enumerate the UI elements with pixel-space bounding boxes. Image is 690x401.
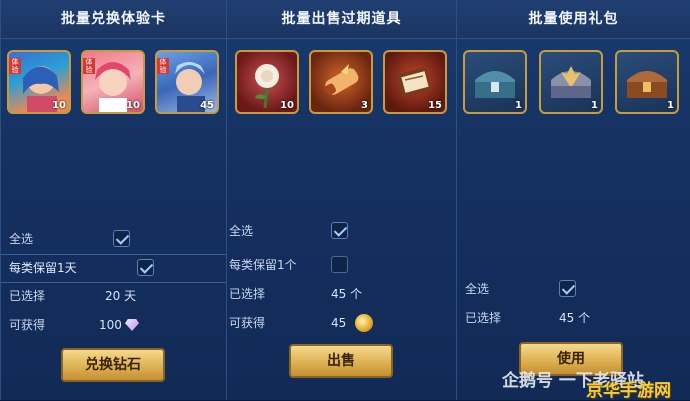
card-count: 45 xyxy=(200,100,214,111)
item-list: 10 3 15 xyxy=(227,50,456,122)
hero-card[interactable]: 体验 10 xyxy=(81,50,145,114)
card-count: 10 xyxy=(52,100,66,111)
select-all-label: 全选 xyxy=(9,232,34,246)
select-all-checkbox[interactable] xyxy=(559,280,576,297)
item-count: 3 xyxy=(361,100,368,111)
obtain-row: 可获得 45 xyxy=(227,312,456,334)
item-card[interactable]: 15 xyxy=(383,50,447,114)
select-all-row[interactable]: 全选 xyxy=(1,228,226,250)
select-all-label: 全选 xyxy=(465,282,490,296)
obtain-label: 可获得 xyxy=(9,318,46,332)
gold-coin-icon xyxy=(355,314,373,332)
giftpack-count: 1 xyxy=(515,100,522,111)
watermark-site: 京华手游网 xyxy=(586,381,671,401)
keep-row[interactable]: 每类保留1天 xyxy=(1,257,226,279)
select-all-checkbox[interactable] xyxy=(113,230,130,247)
item-count: 15 xyxy=(428,100,442,111)
panel-title: 批量出售过期道具 xyxy=(227,0,456,39)
divider xyxy=(1,254,226,255)
selected-row: 已选择 45 个 xyxy=(227,283,456,305)
hero-card[interactable]: 体验 45 xyxy=(155,50,219,114)
obtain-label: 可获得 xyxy=(229,316,266,330)
card-count: 10 xyxy=(126,100,140,111)
obtain-value: 45 xyxy=(331,316,347,330)
item-card[interactable]: 10 xyxy=(235,50,299,114)
giftpack-card[interactable]: 1 xyxy=(539,50,603,114)
card-list: 体验 10 体验 10 体验 45 xyxy=(1,50,226,122)
selected-label: 已选择 xyxy=(465,311,502,325)
select-all-checkbox[interactable] xyxy=(331,222,348,239)
keep-checkbox[interactable] xyxy=(331,256,348,273)
sell-items-panel: 批量出售过期道具 10 3 15 全选 每类保留1个 已选择 45 个 可获得 … xyxy=(226,0,456,400)
selected-label: 已选择 xyxy=(9,289,46,303)
obtain-value: 100 xyxy=(99,318,122,332)
giftpack-card[interactable]: 1 xyxy=(463,50,527,114)
sell-button[interactable]: 出售 xyxy=(289,344,393,378)
divider xyxy=(1,282,226,283)
experience-tag: 体验 xyxy=(83,58,95,74)
selected-value: 45 个 xyxy=(559,311,591,325)
obtain-row: 可获得 100 xyxy=(1,314,226,336)
keep-label: 每类保留1个 xyxy=(229,258,297,272)
use-giftpack-panel: 批量使用礼包 1 1 1 全选 已选择 45 个 使用 xyxy=(456,0,690,400)
experience-tag: 体验 xyxy=(157,58,169,74)
item-card[interactable]: 3 xyxy=(309,50,373,114)
selected-value: 20 天 xyxy=(105,289,137,303)
giftpack-count: 1 xyxy=(591,100,598,111)
exchange-diamond-button[interactable]: 兑换钻石 xyxy=(61,348,165,382)
giftpack-card[interactable]: 1 xyxy=(615,50,679,114)
giftpack-count: 1 xyxy=(667,100,674,111)
experience-tag: 体验 xyxy=(9,58,21,74)
keep-label: 每类保留1天 xyxy=(9,261,77,275)
select-all-label: 全选 xyxy=(229,224,254,238)
selected-row: 已选择 45 个 xyxy=(457,307,690,329)
exchange-card-panel: 批量兑换体验卡 体验 10 体验 10 体验 45 全选 每类保留1天 已选择 … xyxy=(0,0,226,400)
item-count: 10 xyxy=(280,100,294,111)
diamond-icon xyxy=(125,319,139,331)
selected-label: 已选择 xyxy=(229,287,266,301)
keep-row[interactable]: 每类保留1个 xyxy=(227,254,456,276)
panel-title: 批量使用礼包 xyxy=(457,0,690,39)
selected-value: 45 个 xyxy=(331,287,363,301)
giftpack-list: 1 1 1 xyxy=(457,50,690,122)
select-all-row[interactable]: 全选 xyxy=(227,220,456,242)
select-all-row[interactable]: 全选 xyxy=(457,278,690,300)
panel-title: 批量兑换体验卡 xyxy=(1,0,226,39)
keep-checkbox[interactable] xyxy=(137,259,154,276)
hero-card[interactable]: 体验 10 xyxy=(7,50,71,114)
selected-row: 已选择 20 天 xyxy=(1,285,226,307)
